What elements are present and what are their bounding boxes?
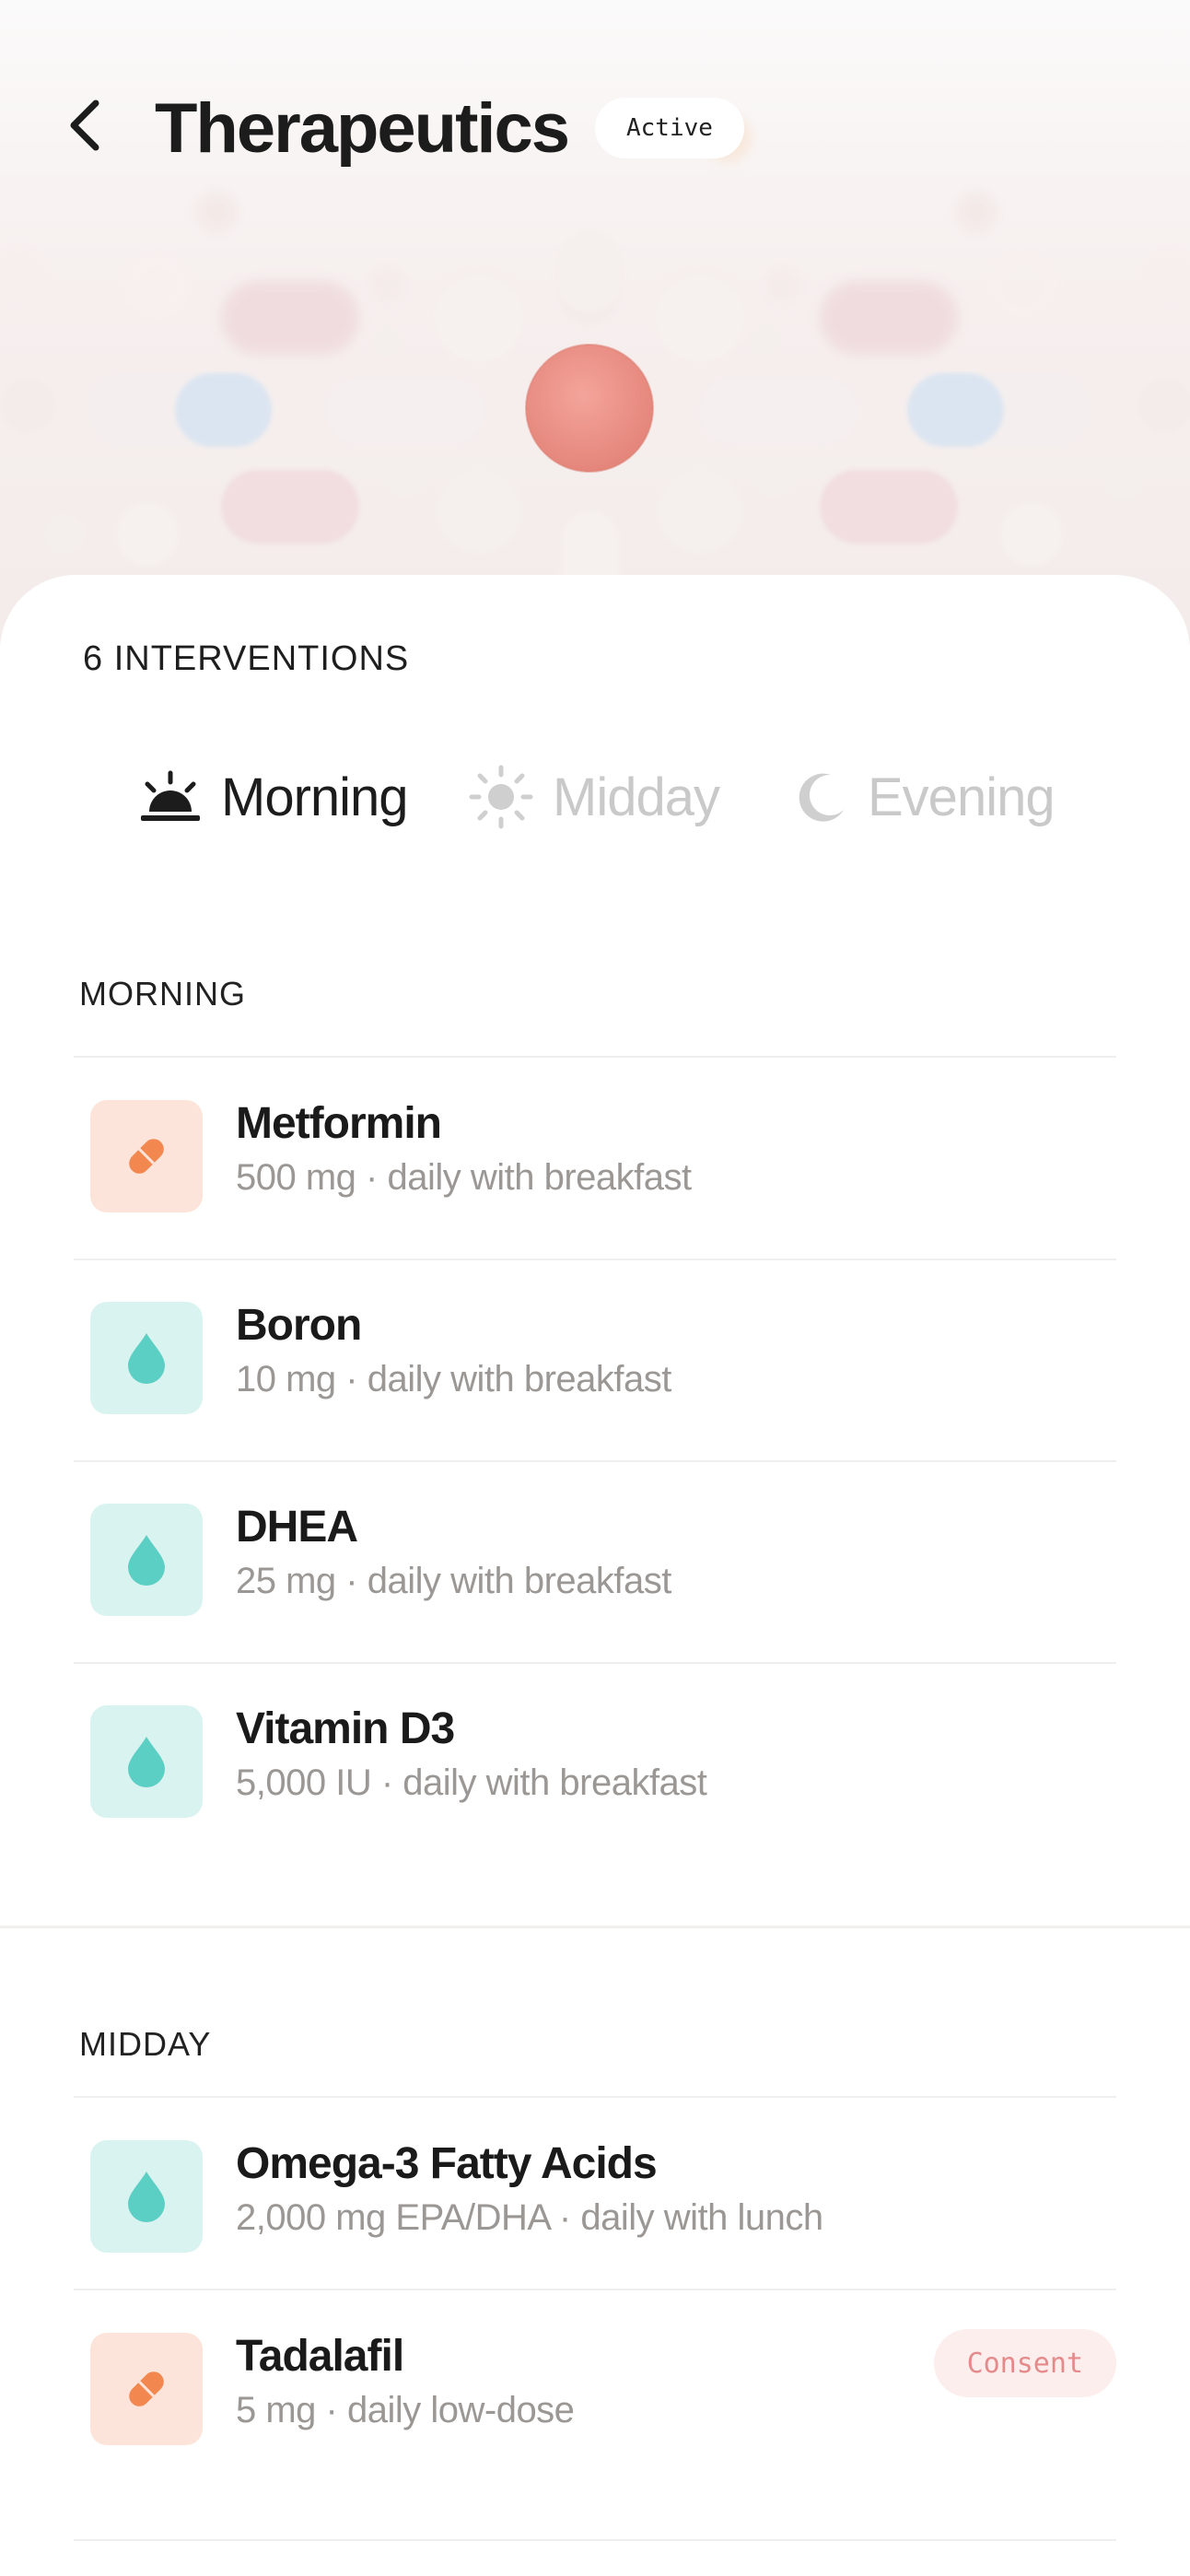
moon-icon [799, 773, 844, 822]
list-item[interactable]: Omega-3 Fatty Acids 2,000 mg EPA/DHA · d… [74, 2098, 1116, 2299]
medication-name: DHEA [236, 1503, 358, 1551]
tab-midday[interactable]: Midday [468, 746, 720, 848]
section-title-morning: MORNING [79, 975, 246, 1013]
drop-tile [90, 2140, 203, 2253]
sunrise-icon [141, 770, 200, 821]
pill-icon [129, 2371, 164, 2406]
content-sheet: 6 INTERVENTIONS Morning Midday Evening M… [0, 575, 1190, 2576]
list-item[interactable]: DHEA 25 mg · daily with breakfast [74, 1461, 1116, 1662]
drop-tile [90, 1504, 203, 1616]
page-title: Therapeutics [155, 89, 570, 168]
hero-image: Therapeutics Active [0, 0, 1190, 645]
medication-name: Omega-3 Fatty Acids [236, 2139, 658, 2188]
back-button[interactable] [66, 98, 122, 158]
medication-detail: 2,000 mg EPA/DHA · daily with lunch [236, 2197, 823, 2238]
drop-icon [128, 2172, 165, 2222]
tab-evening[interactable]: Evening [794, 746, 1056, 848]
tab-midday-label: Midday [553, 767, 720, 827]
pill-tile [90, 2333, 203, 2445]
medication-detail: 25 mg · daily with breakfast [236, 1561, 671, 1601]
list-item[interactable]: Vitamin D3 5,000 IU · daily with breakfa… [74, 1663, 1116, 1864]
drop-tile [90, 1302, 203, 1414]
list-item[interactable]: Tadalafil 5 mg · daily low-dose Consent [74, 2290, 1116, 2491]
medication-detail: 5,000 IU · daily with breakfast [236, 1762, 707, 1803]
interventions-count: 6 INTERVENTIONS [83, 639, 410, 678]
chevron-left-icon [70, 100, 99, 151]
sun-icon [469, 765, 533, 829]
drop-icon [128, 1333, 165, 1384]
drop-tile [90, 1705, 203, 1818]
drop-icon [128, 1737, 165, 1787]
tab-morning-label: Morning [221, 767, 409, 827]
section-divider [0, 1926, 1190, 1928]
time-of-day-tabs: Morning Midday Evening [0, 746, 1190, 848]
header: Therapeutics Active [0, 81, 1190, 173]
tab-evening-label: Evening [868, 767, 1056, 827]
medication-name: Tadalafil [236, 2332, 404, 2381]
medication-name: Metformin [236, 1099, 442, 1148]
list-item[interactable]: Metformin 500 mg · daily with breakfast [74, 1058, 1116, 1259]
medication-name: Boron [236, 1301, 362, 1350]
medication-detail: 500 mg · daily with breakfast [236, 1157, 692, 1198]
medication-name: Vitamin D3 [236, 1704, 455, 1753]
list-item[interactable]: Boron 10 mg · daily with breakfast [74, 1259, 1116, 1460]
pill-icon [129, 1139, 164, 1174]
divider [74, 2539, 1116, 2541]
drop-icon [128, 1535, 165, 1586]
medication-detail: 10 mg · daily with breakfast [236, 1359, 671, 1399]
pill-tile [90, 1100, 203, 1212]
consent-badge[interactable]: Consent [933, 2329, 1116, 2397]
status-badge: Active [595, 98, 744, 158]
tab-morning[interactable]: Morning [138, 746, 409, 848]
section-title-midday: MIDDAY [79, 2025, 212, 2063]
medication-detail: 5 mg · daily low-dose [236, 2390, 575, 2430]
